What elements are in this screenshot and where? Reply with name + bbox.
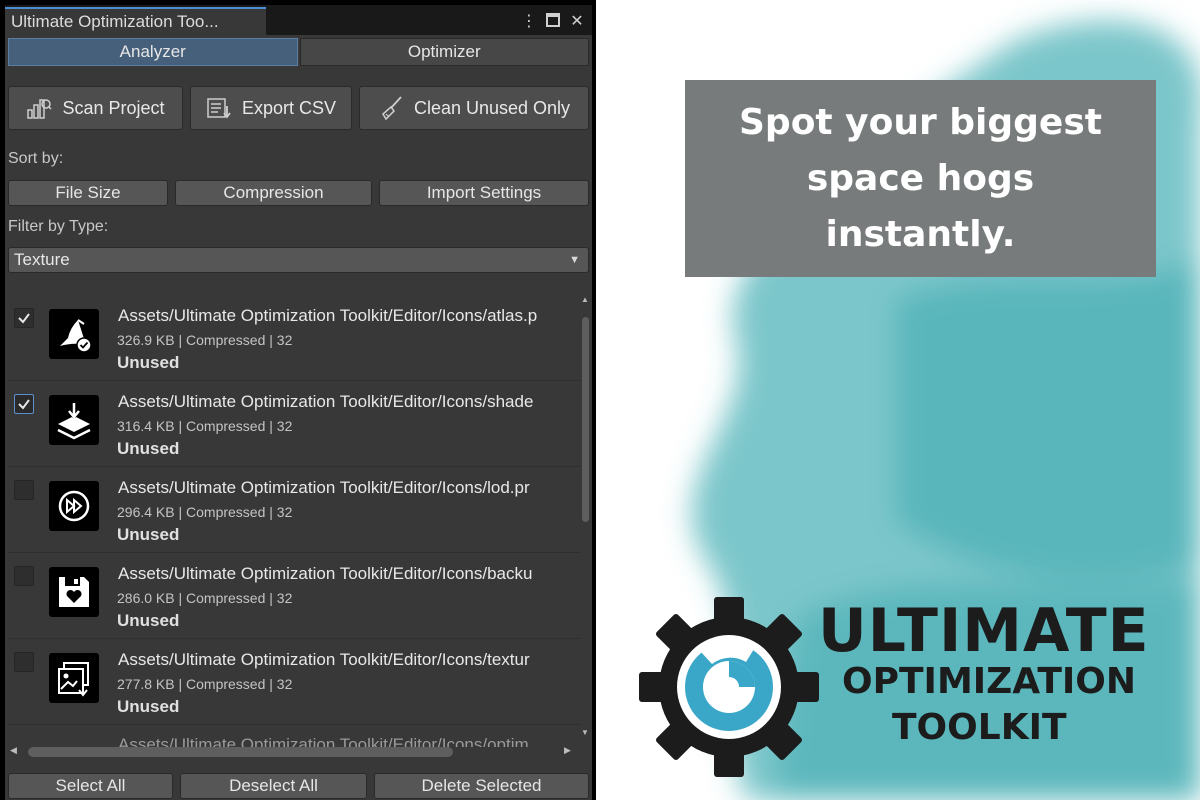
sort-import-settings-button[interactable]: Import Settings (379, 180, 589, 206)
promo-callout: Spot your biggest space hogs instantly. (685, 80, 1156, 277)
mode-tabs: Analyzer Optimizer (8, 38, 589, 66)
asset-path: Assets/Ultimate Optimization Toolkit/Edi… (118, 306, 538, 325)
sort-file-size-button[interactable]: File Size (8, 180, 168, 206)
asset-status: Unused (117, 353, 180, 372)
tab-optimizer[interactable]: Optimizer (299, 38, 589, 66)
image-download-icon (49, 653, 99, 703)
horizontal-scroll-thumb[interactable] (28, 747, 453, 757)
list-item[interactable]: Assets/Ultimate Optimization Toolkit/Edi… (8, 639, 580, 725)
asset-path: Assets/Ultimate Optimization Toolkit/Edi… (118, 392, 534, 411)
asset-status: Unused (117, 525, 180, 544)
list-item[interactable]: Assets/Ultimate Optimization Toolkit/Edi… (8, 295, 580, 381)
horizontal-scrollbar[interactable]: ◀ ▶ (8, 745, 580, 759)
asset-path: Assets/Ultimate Optimization Toolkit/Edi… (118, 478, 530, 497)
export-icon (206, 95, 232, 121)
vertical-scrollbar[interactable]: ▲ ▼ (579, 295, 591, 737)
asset-info: 277.8 KB | Compressed | 32 (117, 676, 293, 692)
asset-list: Assets/Ultimate Optimization Toolkit/Edi… (8, 295, 580, 737)
sort-compression-button[interactable]: Compression (175, 180, 372, 206)
delete-selected-button[interactable]: Delete Selected (374, 773, 589, 799)
logo-title-line1: ULTIMATE (818, 596, 1150, 666)
asset-info: 326.9 KB | Compressed | 32 (117, 332, 293, 348)
scan-project-button[interactable]: Scan Project (8, 86, 183, 130)
promo-callout-text: Spot your biggest space hogs instantly. (739, 101, 1102, 255)
asset-path: Assets/Ultimate Optimization Toolkit/Edi… (118, 564, 533, 583)
asset-info: 296.4 KB | Compressed | 32 (117, 504, 293, 520)
kebab-menu-icon[interactable]: ⋮ (520, 10, 538, 30)
window-controls: ⋮ ✕ (520, 10, 586, 30)
layers-download-icon (49, 395, 99, 445)
bottom-toolbar: Select All Deselect All Delete Selected (8, 773, 589, 799)
floppy-heart-icon (49, 567, 99, 617)
window-tab[interactable]: Ultimate Optimization Too... (5, 7, 266, 35)
asset-info: 286.0 KB | Compressed | 32 (117, 590, 293, 606)
wizard-hat-icon (49, 309, 99, 359)
scroll-left-icon[interactable]: ◀ (10, 745, 17, 756)
row-checkbox[interactable] (14, 480, 34, 500)
export-csv-button[interactable]: Export CSV (190, 86, 352, 130)
scroll-down-icon[interactable]: ▼ (580, 728, 590, 737)
close-icon[interactable]: ✕ (568, 10, 586, 30)
scan-project-label: Scan Project (62, 97, 165, 118)
maximize-icon[interactable] (544, 10, 562, 30)
type-filter-value: Texture (14, 250, 70, 269)
deselect-all-button[interactable]: Deselect All (180, 773, 367, 799)
gear-logo-icon (639, 597, 819, 777)
row-checkbox[interactable] (14, 652, 34, 672)
action-toolbar: Scan Project Export CSV Clean Unused Onl… (8, 86, 589, 130)
asset-status: Unused (117, 697, 180, 716)
vertical-scroll-thumb[interactable] (582, 317, 589, 522)
asset-status: Unused (117, 611, 180, 630)
fast-forward-icon (49, 481, 99, 531)
optimization-toolkit-window: Ultimate Optimization Too... ⋮ ✕ Analyze… (5, 5, 592, 800)
clean-unused-button[interactable]: Clean Unused Only (359, 86, 589, 130)
list-item[interactable]: Assets/Ultimate Optimization Toolkit/Edi… (8, 553, 580, 639)
asset-status: Unused (117, 439, 180, 458)
export-csv-label: Export CSV (241, 97, 337, 118)
broom-icon (378, 95, 404, 121)
promo-panel: Spot your biggest space hogs instantly. … (596, 0, 1200, 800)
list-item[interactable]: Assets/Ultimate Optimization Toolkit/Edi… (8, 467, 580, 553)
window-titlebar: Ultimate Optimization Too... ⋮ ✕ (5, 5, 592, 35)
chevron-down-icon: ▼ (569, 254, 580, 266)
scroll-right-icon[interactable]: ▶ (564, 745, 571, 756)
row-checkbox[interactable] (14, 566, 34, 586)
asset-info: 316.4 KB | Compressed | 32 (117, 418, 293, 434)
filter-by-type-label: Filter by Type: (8, 218, 109, 235)
row-checkbox[interactable] (14, 308, 34, 328)
logo-title-line3: TOOLKIT (892, 707, 1067, 748)
asset-path: Assets/Ultimate Optimization Toolkit/Edi… (118, 650, 530, 669)
scroll-up-icon[interactable]: ▲ (580, 295, 590, 304)
row-checkbox[interactable] (14, 394, 34, 414)
sort-options: File Size Compression Import Settings (8, 180, 589, 206)
tab-analyzer[interactable]: Analyzer (8, 38, 298, 66)
editor-window-frame: Ultimate Optimization Too... ⋮ ✕ Analyze… (0, 0, 596, 800)
clean-unused-label: Clean Unused Only (413, 97, 571, 118)
logo-title-line2: OPTIMIZATION (842, 661, 1137, 702)
scan-icon (26, 95, 52, 121)
list-item[interactable]: Assets/Ultimate Optimization Toolkit/Edi… (8, 381, 580, 467)
select-all-button[interactable]: Select All (8, 773, 173, 799)
sort-by-label: Sort by: (8, 150, 64, 167)
type-filter-dropdown[interactable]: Texture ▼ (8, 247, 589, 273)
